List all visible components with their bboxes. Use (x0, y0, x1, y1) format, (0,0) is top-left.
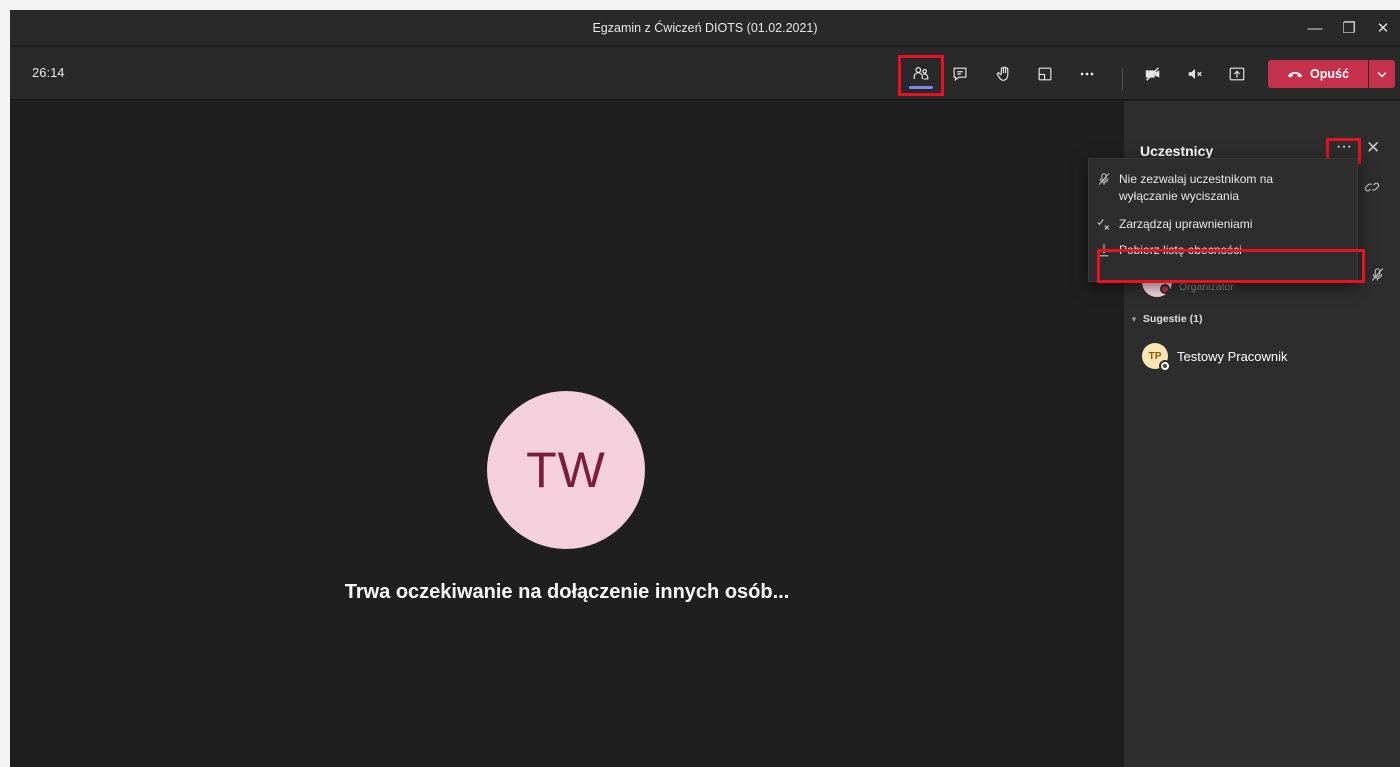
camera-off-icon[interactable] (1136, 58, 1170, 90)
mic-muted-icon[interactable] (1178, 58, 1212, 90)
minimize-button[interactable]: — (1298, 10, 1332, 46)
participants-context-menu: Nie zezwalaj uczestnikom na wyłączanie w… (1088, 158, 1365, 283)
menu-item-disable-unmute[interactable]: Nie zezwalaj uczestnikom na wyłączanie w… (1089, 171, 1357, 205)
rooms-icon[interactable] (1028, 58, 1062, 90)
toolbar-divider (1122, 68, 1123, 90)
menu-item-label: Pobierz listę obecności (1119, 243, 1242, 257)
meeting-timer: 26:14 (32, 65, 65, 80)
permissions-icon (1089, 216, 1119, 231)
people-icon[interactable] (904, 58, 938, 90)
avatar-initials: TP (1148, 350, 1162, 362)
mic-off-icon (1089, 171, 1119, 186)
caret-down-icon: ▼ (1130, 314, 1138, 324)
leave-label: Opuść (1310, 67, 1349, 81)
meeting-stage: TW Trwa oczekiwanie na dołączenie innych… (10, 101, 1124, 767)
avatar: TP (1142, 343, 1171, 372)
chat-icon[interactable] (943, 58, 977, 90)
chevron-down-icon (1377, 71, 1387, 77)
restore-button[interactable]: ❐ (1332, 10, 1366, 46)
mic-off-icon[interactable] (1370, 267, 1385, 287)
leave-options-button[interactable] (1369, 60, 1395, 88)
menu-item-manage-permissions[interactable]: Zarządzaj uprawnieniami (1089, 216, 1357, 233)
raise-hand-icon[interactable] (987, 58, 1021, 90)
suggestions-header[interactable]: ▼ Sugestie (1) (1130, 313, 1202, 325)
menu-item-download-attendance[interactable]: Pobierz listę obecności (1089, 242, 1357, 259)
meeting-toolbar: 26:14 Opuść (10, 47, 1400, 100)
window-title: Egzamin z Ćwiczeń DIOTS (01.02.2021) (592, 20, 818, 35)
hang-up-icon (1287, 72, 1303, 78)
organizer-role-label: Organizator (1179, 281, 1234, 293)
title-bar: Egzamin z Ćwiczeń DIOTS (01.02.2021) — ❐… (10, 10, 1400, 46)
download-icon (1089, 242, 1119, 257)
waiting-message: Trwa oczekiwanie na dołączenie innych os… (344, 581, 790, 603)
share-invite-icon[interactable] (1364, 179, 1380, 200)
suggested-participant-row[interactable]: TP Testowy Pracownik (1142, 341, 1288, 372)
share-screen-icon[interactable] (1220, 58, 1254, 90)
participant-name: Testowy Pracownik (1177, 348, 1288, 364)
teams-meeting-window: Egzamin z Ćwiczeń DIOTS (01.02.2021) — ❐… (10, 10, 1400, 767)
window-controls: — ❐ ✕ (1298, 10, 1400, 46)
participant-avatar: TW (487, 391, 645, 549)
close-window-button[interactable]: ✕ (1366, 10, 1400, 46)
suggestions-header-label: Sugestie (1) (1142, 313, 1203, 325)
menu-item-label: Zarządzaj uprawnieniami (1119, 217, 1253, 231)
leave-button[interactable]: Opuść (1268, 60, 1368, 88)
status-dot (1159, 360, 1171, 372)
busy-status-dot (1160, 284, 1170, 294)
more-actions-icon[interactable] (1070, 58, 1104, 90)
menu-item-label: Nie zezwalaj uczestnikom na wyłączanie w… (1119, 172, 1274, 203)
close-panel-button[interactable]: ✕ (1366, 138, 1380, 158)
panel-title: Uczestnicy (1140, 143, 1214, 159)
